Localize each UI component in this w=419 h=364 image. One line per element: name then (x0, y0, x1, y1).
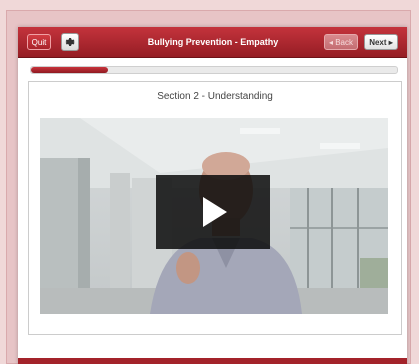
section-title: Section 2 - Understanding (157, 91, 273, 102)
progress-fill (31, 67, 108, 73)
settings-button[interactable] (61, 33, 79, 51)
play-icon (203, 197, 227, 227)
back-button[interactable]: ◂ Back (324, 34, 358, 50)
content-panel: Section 2 - Understanding (28, 81, 402, 335)
progress-bar (30, 66, 398, 74)
quit-button[interactable]: Quit (27, 34, 51, 50)
next-button[interactable]: Next ▸ (364, 34, 398, 50)
video-player[interactable] (40, 118, 388, 314)
footer-bar (18, 358, 407, 364)
header-bar: Quit Bullying Prevention - Empathy ◂ Bac… (18, 27, 407, 58)
course-title: Bullying Prevention - Empathy (147, 37, 279, 47)
gear-icon (65, 38, 75, 46)
course-player: Quit Bullying Prevention - Empathy ◂ Bac… (18, 27, 407, 364)
play-button[interactable] (156, 175, 270, 249)
